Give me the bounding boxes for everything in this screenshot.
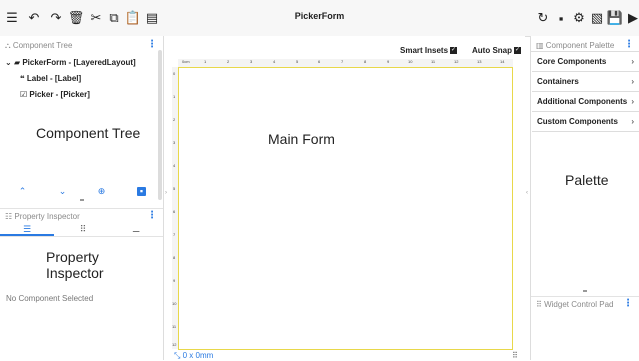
tree-scrollbar[interactable]: [158, 50, 162, 200]
chevron-right-icon: ›: [631, 57, 634, 66]
grid-icon: ⠿: [536, 300, 545, 309]
smart-insets-checkbox[interactable]: ✓: [450, 47, 458, 55]
action-icon[interactable]: ▪: [137, 187, 146, 196]
disk-icon[interactable]: 💾: [607, 10, 623, 26]
splitter-handle[interactable]: [80, 199, 84, 201]
splitter-handle[interactable]: [583, 290, 587, 292]
resize-icon: ⤡: [174, 351, 183, 360]
refresh-icon[interactable]: ↻: [535, 10, 551, 26]
component-tree-title: Component Tree: [12, 41, 73, 50]
no-selection-text: No Component Selected: [6, 294, 94, 303]
palette-item-containers[interactable]: Containers ›: [532, 72, 639, 92]
list-icon: ☷: [5, 212, 15, 221]
tree-item-pickerform[interactable]: ⌄ ▰ PickerForm - [LayeredLayout]: [5, 58, 136, 67]
move-up-icon[interactable]: ⌃: [18, 187, 27, 196]
component-tree-header: ⛬ Component Tree ⋮: [0, 38, 163, 52]
top-toolbar: ☰ ↶ ↷ 🗑 ✂ ⧉ 📋 ▤ PickerForm ↻ ▪ ⚙ ▧ 💾 ▶: [0, 0, 639, 37]
smart-insets-toggle[interactable]: Smart Insets ✓: [400, 46, 458, 55]
drag-handle-icon[interactable]: ⠿: [512, 351, 518, 360]
chevron-right-icon: ›: [631, 97, 634, 106]
palette-overlay-label: Palette: [565, 172, 609, 188]
property-tabs: ☰ ⠿ ⚊: [0, 224, 163, 237]
chevron-right-icon: ›: [631, 117, 634, 126]
save-icon[interactable]: ▪: [553, 10, 569, 26]
property-inspector-header: ☷ Property Inspector ⋮: [0, 208, 163, 223]
palette-item-additional-components[interactable]: Additional Components ›: [532, 92, 639, 112]
checkbox-icon: ☑: [20, 90, 30, 99]
add-icon[interactable]: ⊕: [97, 187, 106, 196]
kebab-menu-icon[interactable]: ⋮: [147, 39, 157, 50]
tab-events-icon[interactable]: ⚊: [109, 224, 163, 235]
tab-properties-icon[interactable]: ☰: [0, 224, 54, 236]
tab-grid-icon[interactable]: ⠿: [56, 224, 110, 235]
auto-snap-toggle[interactable]: Auto Snap ✓: [472, 46, 521, 55]
collapse-right-icon[interactable]: ›: [165, 190, 167, 196]
settings-icon[interactable]: ⚙: [571, 10, 587, 26]
chevron-down-icon[interactable]: ⌄: [5, 58, 14, 67]
component-palette-header: ▥ Component Palette ⋮: [531, 38, 639, 52]
main-form-overlay-label: Main Form: [268, 131, 335, 147]
palette-item-core-components[interactable]: Core Components ›: [532, 52, 639, 72]
left-panel: ⛬ Component Tree ⋮ ⌄ ▰ PickerForm - [Lay…: [0, 36, 164, 360]
play-icon[interactable]: ▶: [625, 10, 639, 26]
widget-control-pad-header: ⠿ Widget Control Pad ⋮: [531, 296, 639, 311]
palette-icon: ▥: [536, 41, 546, 50]
tree-icon: ⛬: [5, 41, 13, 50]
auto-snap-checkbox[interactable]: ✓: [514, 47, 521, 55]
kebab-menu-icon[interactable]: ⋮: [624, 39, 634, 50]
tree-item-label[interactable]: ❝ Label - [Label]: [20, 74, 81, 83]
kebab-menu-icon[interactable]: ⋮: [147, 210, 157, 221]
component-palette-title: Component Palette: [545, 41, 615, 50]
property-inspector-title: Property Inspector: [14, 212, 80, 221]
property-inspector-overlay-label: Property Inspector: [46, 249, 104, 281]
tree-item-picker[interactable]: ☑ Picker - [Picker]: [20, 90, 90, 99]
widget-control-pad-title: Widget Control Pad: [544, 300, 614, 309]
collapse-left-icon[interactable]: ‹: [526, 190, 528, 196]
component-tree-overlay-label: Component Tree: [36, 125, 141, 141]
move-down-icon[interactable]: ⌄: [58, 187, 67, 196]
kebab-menu-icon[interactable]: ⋮: [623, 298, 633, 309]
quote-icon: ❝: [20, 74, 27, 83]
main-form-canvas[interactable]: [178, 67, 513, 350]
palette-item-custom-components[interactable]: Custom Components ›: [532, 112, 639, 132]
image-icon[interactable]: ▧: [589, 10, 605, 26]
chevron-right-icon: ›: [631, 77, 634, 86]
